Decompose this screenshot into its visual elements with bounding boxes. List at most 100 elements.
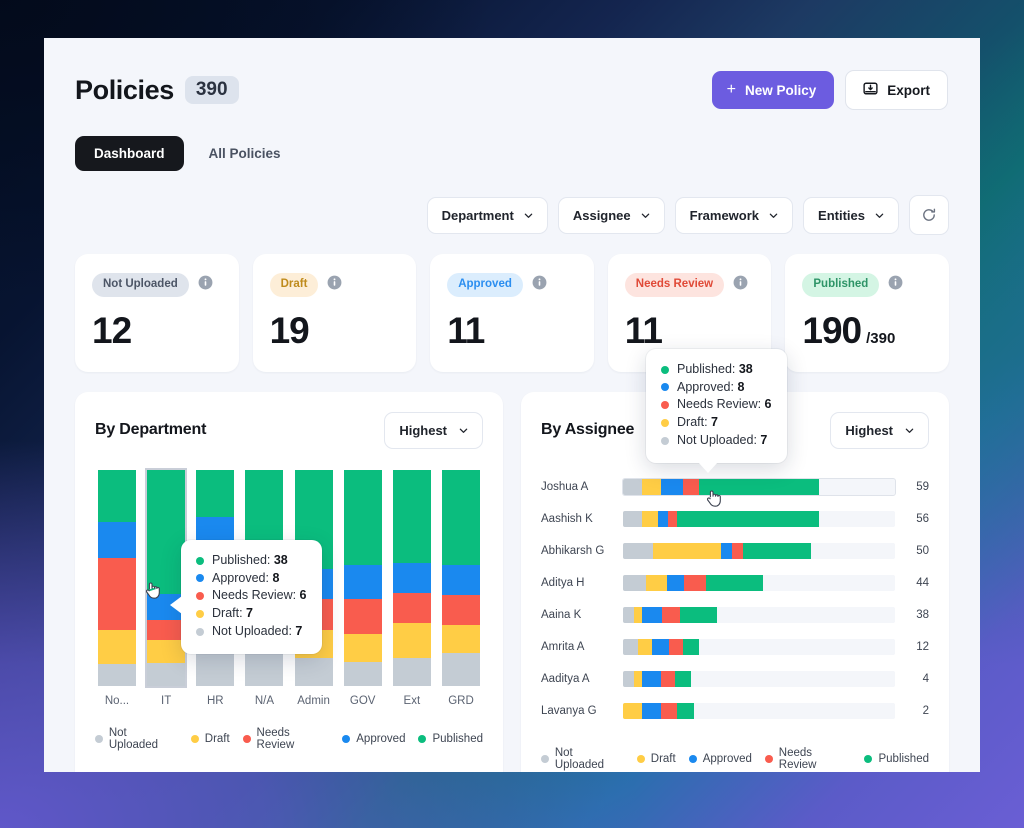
bar-segment[interactable]: [699, 478, 819, 495]
bar-segment[interactable]: [294, 657, 333, 686]
bar-segment[interactable]: [651, 638, 670, 655]
bar-segment[interactable]: [441, 595, 480, 626]
bar-segment[interactable]: [147, 662, 186, 686]
stacked-bar[interactable]: [145, 467, 188, 688]
bar-segment[interactable]: [684, 574, 706, 591]
assignee-bar-track[interactable]: [623, 510, 895, 527]
assignee-row[interactable]: Abhikarsh G 50: [541, 535, 929, 567]
legend-item[interactable]: Draft: [636, 753, 676, 765]
bar-segment[interactable]: [441, 469, 480, 565]
bar-segment[interactable]: [642, 478, 662, 495]
assignee-bar-track[interactable]: [623, 574, 895, 591]
filter-department[interactable]: Department: [426, 196, 548, 234]
department-bar-column[interactable]: [392, 469, 432, 686]
bar-segment[interactable]: [642, 606, 663, 623]
stat-card[interactable]: Not Uploaded 12: [75, 254, 239, 372]
refresh-button[interactable]: [909, 195, 949, 235]
assignee-bar-track[interactable]: [622, 477, 896, 496]
bar-segment[interactable]: [392, 592, 431, 624]
legend-item[interactable]: Not Uploaded: [95, 727, 178, 751]
bar-segment[interactable]: [441, 653, 480, 686]
bar-segment[interactable]: [196, 469, 235, 518]
bar-segment[interactable]: [623, 542, 653, 559]
stat-card[interactable]: Approved 11: [430, 254, 594, 372]
assignee-bar-track[interactable]: [623, 606, 895, 623]
bar-segment[interactable]: [392, 469, 431, 563]
bar-segment[interactable]: [682, 638, 700, 655]
assignee-bar-track[interactable]: [623, 638, 895, 655]
bar-segment[interactable]: [669, 638, 683, 655]
bar-segment[interactable]: [343, 599, 382, 634]
assignee-bar-track[interactable]: [623, 670, 895, 687]
stacked-bar[interactable]: [343, 469, 382, 686]
bar-segment[interactable]: [661, 478, 683, 495]
bar-segment[interactable]: [623, 638, 638, 655]
bar-segment[interactable]: [98, 469, 136, 522]
bar-segment[interactable]: [196, 649, 235, 686]
bar-segment[interactable]: [633, 670, 643, 687]
info-icon[interactable]: [888, 275, 903, 295]
bar-segment[interactable]: [666, 574, 685, 591]
filter-assignee[interactable]: Assignee: [557, 196, 665, 234]
info-icon[interactable]: [327, 275, 342, 295]
bar-segment[interactable]: [677, 510, 819, 527]
bar-segment[interactable]: [147, 469, 186, 595]
legend-item[interactable]: Published: [864, 753, 929, 765]
new-policy-button[interactable]: + New Policy: [711, 71, 835, 109]
tab-dashboard[interactable]: Dashboard: [75, 136, 184, 171]
bar-segment[interactable]: [742, 542, 811, 559]
bar-segment[interactable]: [441, 564, 480, 596]
assignee-bar-track[interactable]: [623, 542, 895, 559]
bar-segment[interactable]: [705, 574, 764, 591]
info-icon[interactable]: [733, 275, 748, 295]
tab-all-policies[interactable]: All Policies: [190, 136, 300, 171]
assignee-row[interactable]: Aaina K 38: [541, 599, 929, 631]
export-button[interactable]: Export: [845, 70, 948, 110]
bar-segment[interactable]: [343, 662, 382, 686]
department-bar-column[interactable]: [97, 469, 137, 686]
stacked-bar[interactable]: [98, 469, 136, 686]
bar-segment[interactable]: [667, 510, 678, 527]
assignee-bar-track[interactable]: [623, 702, 895, 719]
department-bar-column[interactable]: [343, 469, 383, 686]
filter-entities[interactable]: Entities: [803, 196, 899, 234]
bar-segment[interactable]: [343, 564, 382, 600]
bar-segment[interactable]: [642, 510, 659, 527]
bar-segment[interactable]: [677, 702, 694, 719]
bar-segment[interactable]: [731, 542, 743, 559]
bar-segment[interactable]: [658, 510, 668, 527]
bar-segment[interactable]: [623, 606, 634, 623]
bar-segment[interactable]: [661, 670, 675, 687]
bar-segment[interactable]: [662, 606, 681, 623]
bar-segment[interactable]: [661, 702, 678, 719]
legend-item[interactable]: Needs Review: [242, 727, 330, 751]
legend-item[interactable]: Published: [418, 733, 483, 745]
legend-item[interactable]: Draft: [190, 733, 230, 745]
bar-segment[interactable]: [623, 574, 647, 591]
bar-segment[interactable]: [98, 558, 136, 630]
stat-card[interactable]: Draft 19: [252, 254, 417, 372]
stacked-bar[interactable]: [441, 469, 480, 686]
info-icon[interactable]: [532, 275, 547, 295]
bar-segment[interactable]: [623, 510, 643, 527]
legend-item[interactable]: Approved: [342, 733, 405, 745]
legend-item[interactable]: Needs Review: [764, 747, 852, 771]
assignee-row[interactable]: Joshua A 59: [541, 471, 929, 503]
bar-segment[interactable]: [646, 574, 667, 591]
bar-segment[interactable]: [98, 629, 136, 665]
bar-segment[interactable]: [680, 606, 717, 623]
department-bar-column[interactable]: [441, 469, 481, 686]
assignee-row[interactable]: Amrita A 12: [541, 631, 929, 663]
assignee-row[interactable]: Aashish K 56: [541, 503, 929, 535]
bar-segment[interactable]: [392, 623, 431, 658]
legend-item[interactable]: Approved: [688, 753, 752, 765]
bar-segment[interactable]: [392, 562, 431, 593]
bar-segment[interactable]: [147, 639, 186, 663]
bar-segment[interactable]: [98, 664, 136, 686]
filter-framework[interactable]: Framework: [674, 196, 794, 234]
bar-segment[interactable]: [637, 638, 652, 655]
bar-segment[interactable]: [623, 670, 634, 687]
bar-segment[interactable]: [720, 542, 732, 559]
assignee-row[interactable]: Lavanya G 2: [541, 695, 929, 727]
assignee-row[interactable]: Aditya H 44: [541, 567, 929, 599]
